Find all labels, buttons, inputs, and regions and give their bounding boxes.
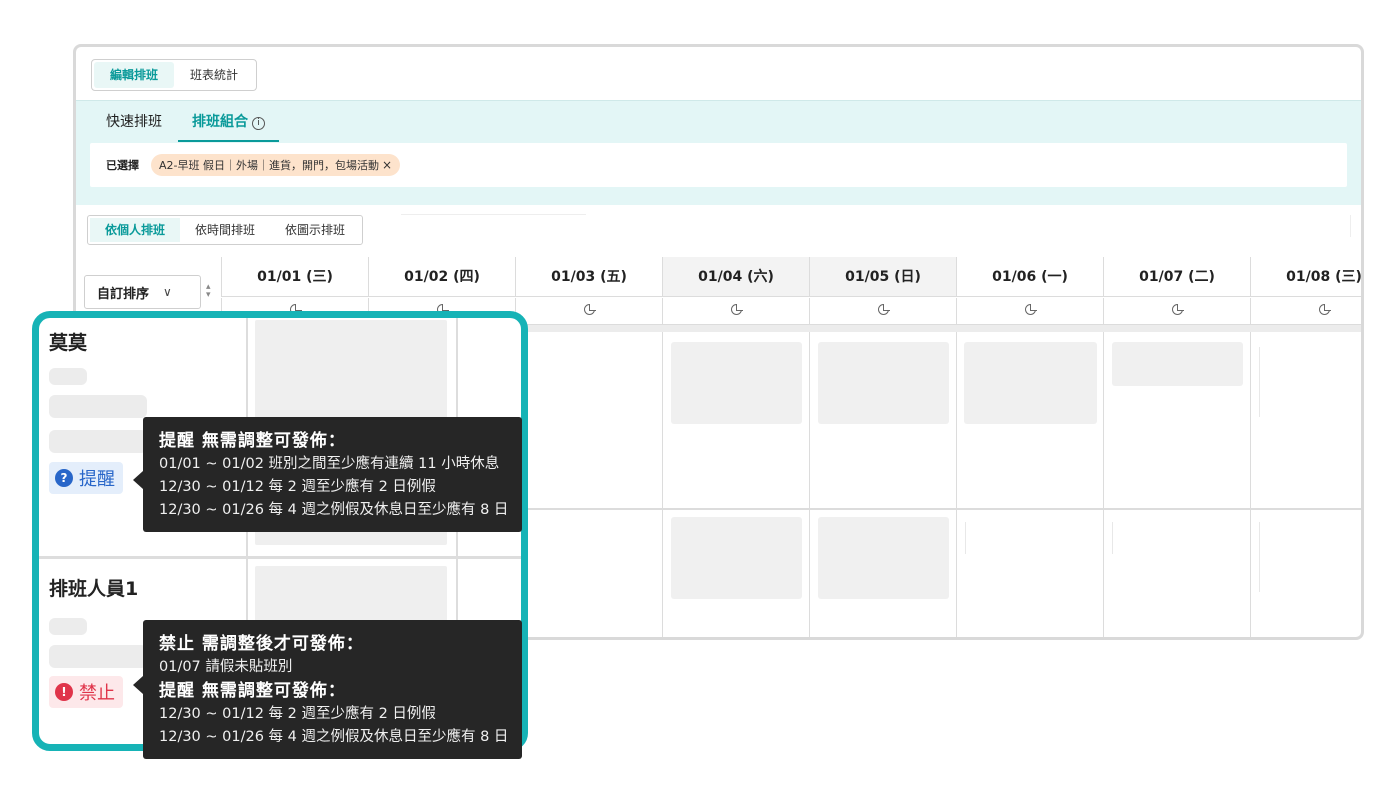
grid-line [1250, 332, 1251, 637]
day-stats[interactable] [809, 298, 956, 324]
day-header[interactable]: 01/01 (三) [221, 257, 368, 297]
shift-cell[interactable] [671, 342, 802, 424]
shift-cell [1259, 347, 1260, 417]
shift-cell[interactable] [964, 342, 1097, 424]
stats-icon[interactable] [1024, 304, 1037, 315]
warning-badge-label: 提醒 [79, 469, 115, 490]
validation-tooltip: 禁止 需調整後才可發佈： 01/07 請假未貼班別 提醒 無需調整可發佈： 12… [132, 620, 523, 759]
day-header[interactable]: 01/02 (四) [368, 257, 515, 297]
mode-tabs: 編輯排班 班表統計 [91, 59, 258, 91]
selected-bar: 已選擇 A2-早班 假日｜外場｜進貨，開門，包場活動 × [90, 143, 1347, 187]
sort-icon[interactable]: ▴ ▾ [206, 283, 211, 300]
placeholder [49, 645, 147, 668]
shift-cell[interactable] [818, 342, 949, 424]
day-header[interactable]: 01/08 (三) [1250, 257, 1361, 297]
placeholder [49, 618, 87, 635]
validation-tooltip: 提醒 無需調整可發佈： 01/01 ~ 01/02 班別之間至少應有連續 11 … [132, 417, 523, 532]
warning-badge[interactable]: ? 提醒 [49, 462, 123, 494]
day-header[interactable]: 01/05 (日) [809, 257, 956, 297]
stats-icon[interactable] [583, 304, 596, 315]
grid-line [956, 332, 957, 637]
grid-line [1103, 332, 1104, 637]
sort-select[interactable]: 自訂排序 ∨ [84, 275, 201, 309]
shift-cell [1259, 522, 1260, 592]
tooltip-title: 禁止 需調整後才可發佈： [159, 634, 364, 654]
tab-by-person[interactable]: 依個人排班 [90, 218, 181, 242]
row-divider [39, 556, 521, 559]
shift-cell [1112, 522, 1113, 554]
combo-panel: 快速排班 排班組合 i 已選擇 A2-早班 假日｜外場｜進貨，開門，包場活動 × [76, 101, 1361, 205]
info-icon[interactable]: i [252, 117, 265, 130]
selected-chip[interactable]: A2-早班 假日｜外場｜進貨，開門，包場活動 × [151, 154, 401, 176]
day-stats[interactable] [662, 298, 809, 324]
tab-quick-schedule[interactable]: 快速排班 [106, 111, 162, 142]
tooltip-line: 12/30 ~ 01/26 每 4 週之例假及休息日至少應有 8 日 [159, 729, 509, 745]
person-name: 莫莫 [49, 332, 88, 354]
tooltip-line: 01/07 請假未貼班別 [159, 659, 293, 675]
exclamation-icon: ! [55, 683, 73, 701]
chevron-down-icon: ∨ [163, 285, 172, 299]
selected-chip-text: A2-早班 假日｜外場｜進貨，開門，包場活動 [159, 159, 379, 172]
shift-cell[interactable] [818, 517, 949, 599]
day-stats[interactable] [515, 298, 662, 324]
view-tabs: 依個人排班 依時間排班 依圖示排班 [87, 215, 364, 245]
shift-cell[interactable] [1112, 342, 1243, 386]
shift-cell [965, 522, 966, 554]
grid-line [809, 332, 810, 637]
tab-by-time[interactable]: 依時間排班 [180, 218, 270, 242]
day-header[interactable]: 01/03 (五) [515, 257, 662, 297]
tooltip-title: 提醒 無需調整可發佈： [159, 681, 346, 701]
day-header[interactable]: 01/06 (一) [956, 257, 1103, 297]
close-icon[interactable]: × [382, 158, 392, 172]
placeholder [49, 430, 147, 453]
divider [1350, 215, 1351, 237]
day-header[interactable]: 01/04 (六) [662, 257, 809, 297]
tooltip-title: 提醒 無需調整可發佈： [159, 431, 346, 451]
question-icon: ? [55, 469, 73, 487]
stats-icon[interactable] [877, 304, 890, 315]
sort-select-label: 自訂排序 [97, 286, 150, 302]
person-name: 排班人員1 [49, 578, 139, 600]
tab-schedule-combo-label: 排班組合 [192, 114, 248, 130]
sub-tabs: 快速排班 排班組合 i [106, 111, 279, 142]
tooltip-line: 12/30 ~ 01/26 每 4 週之例假及休息日至少應有 8 日 [159, 502, 509, 518]
day-header[interactable]: 01/07 (二) [1103, 257, 1250, 297]
tab-schedule-combo[interactable]: 排班組合 i [178, 111, 279, 142]
stats-icon[interactable] [1171, 304, 1184, 315]
tooltip-line: 01/01 ~ 01/02 班別之間至少應有連續 11 小時休息 [159, 456, 500, 472]
tab-by-icon[interactable]: 依圖示排班 [270, 218, 360, 242]
stats-icon[interactable] [1318, 304, 1331, 315]
day-stats[interactable] [956, 298, 1103, 324]
selected-label: 已選擇 [106, 159, 139, 172]
tooltip-line: 12/30 ~ 01/12 每 2 週至少應有 2 日例假 [159, 706, 436, 722]
day-stats[interactable] [1103, 298, 1250, 324]
placeholder [49, 395, 147, 418]
grid-line [662, 332, 663, 637]
tab-edit-schedule[interactable]: 編輯排班 [94, 62, 175, 88]
ban-badge-label: 禁止 [79, 683, 115, 704]
tab-schedule-stats[interactable]: 班表統計 [174, 62, 254, 88]
ban-badge[interactable]: ! 禁止 [49, 676, 123, 708]
day-stats[interactable] [1250, 298, 1361, 324]
stats-icon[interactable] [730, 304, 743, 315]
shift-cell[interactable] [671, 517, 802, 599]
tooltip-line: 12/30 ~ 01/12 每 2 週至少應有 2 日例假 [159, 479, 436, 495]
divider [401, 214, 586, 215]
placeholder [49, 368, 87, 385]
